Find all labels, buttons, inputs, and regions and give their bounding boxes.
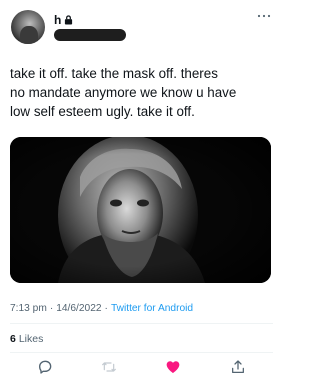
separator: · — [49, 303, 54, 314]
like-button[interactable] — [164, 358, 182, 376]
likes-label: Likes — [18, 333, 44, 345]
tweet-source-link[interactable]: Twitter for Android — [111, 303, 193, 314]
redacted-handle — [54, 29, 126, 41]
tweet-date: 14/6/2022 — [56, 303, 102, 314]
divider — [10, 352, 273, 353]
tweet-time: 7:13 pm — [10, 303, 47, 314]
tweet-actions — [0, 358, 283, 378]
tweet-text: take it off. take the mask off. theres n… — [10, 66, 237, 119]
media-photo — [10, 137, 271, 283]
tweet-header: h — [10, 9, 273, 45]
tweet-metadata: 7:13 pm · 14/6/2022 · Twitter for Android — [10, 303, 193, 314]
separator: · — [104, 303, 108, 314]
reply-icon — [39, 360, 52, 374]
share-icon — [232, 360, 244, 373]
share-button[interactable] — [229, 358, 247, 376]
likes-stat[interactable]: 6 Likes — [10, 333, 43, 345]
avatar[interactable] — [11, 10, 45, 44]
reply-button[interactable] — [36, 358, 54, 376]
heart-filled-icon — [166, 361, 180, 373]
divider — [10, 323, 273, 324]
lock-icon — [65, 15, 73, 25]
retweet-button[interactable] — [100, 358, 118, 376]
display-name[interactable]: h — [54, 13, 61, 27]
likes-count: 6 — [10, 333, 16, 345]
user-line: h — [54, 13, 73, 27]
tweet-media-image[interactable] — [10, 137, 271, 283]
more-horizontal-icon[interactable] — [257, 13, 271, 19]
retweet-icon — [102, 362, 116, 372]
